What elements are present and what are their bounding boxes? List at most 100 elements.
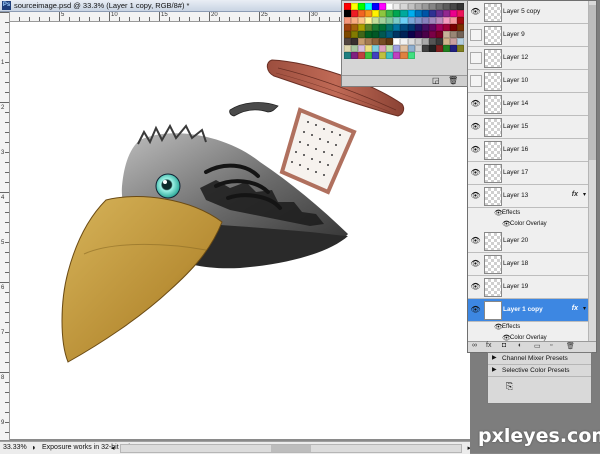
swatch[interactable]	[456, 3, 464, 10]
swatch[interactable]	[456, 45, 464, 52]
layer-row[interactable]: 👁 Layer 16	[468, 139, 588, 162]
swatch[interactable]	[365, 52, 373, 59]
link-layers-icon[interactable]: ∞	[472, 342, 477, 349]
delete-layer-icon[interactable]: 🗑	[566, 342, 575, 350]
swatch[interactable]	[414, 24, 422, 31]
layer-row[interactable]: 👁 Layer 15	[468, 116, 588, 139]
swatch[interactable]	[386, 10, 394, 17]
new-layer-icon[interactable]: ▫	[550, 342, 552, 349]
swatch[interactable]	[428, 31, 436, 38]
swatch[interactable]	[407, 31, 415, 38]
swatch[interactable]	[351, 45, 359, 52]
layer-thumbnail[interactable]	[484, 278, 502, 297]
swatch[interactable]	[414, 31, 422, 38]
swatch[interactable]	[351, 24, 359, 31]
swatch[interactable]	[344, 31, 352, 38]
visibility-eye-icon[interactable]: 👁	[470, 258, 481, 269]
swatch[interactable]	[358, 52, 366, 59]
swatch[interactable]	[449, 45, 457, 52]
swatch[interactable]	[414, 10, 422, 17]
swatch[interactable]	[400, 24, 408, 31]
visibility-eye-icon[interactable]: 👁	[470, 167, 481, 178]
swatch[interactable]	[365, 31, 373, 38]
layer-row[interactable]: 👁 Layer 5 copy	[468, 1, 588, 24]
swatch[interactable]	[393, 31, 401, 38]
adjustment-preset-selective-color[interactable]: ▶ Selective Color Presets	[488, 365, 591, 377]
layer-row[interactable]: 👁 Layer 13 fx ▾	[468, 185, 588, 208]
expand-effects-icon[interactable]: ▾	[583, 191, 586, 198]
swatch[interactable]	[393, 38, 401, 45]
swatch[interactable]	[379, 10, 387, 17]
swatch[interactable]	[358, 38, 366, 45]
layer-thumbnail[interactable]	[484, 49, 502, 68]
visibility-eye-icon[interactable]: 👁	[470, 121, 481, 132]
swatch[interactable]	[449, 3, 457, 10]
swatch[interactable]	[400, 52, 408, 59]
swatch[interactable]	[386, 31, 394, 38]
swatch[interactable]	[449, 17, 457, 24]
layer-row[interactable]: Layer 12	[468, 47, 588, 70]
swatch[interactable]	[372, 31, 380, 38]
vertical-ruler[interactable]: 1 2 3 4 5 6 7 8 9	[0, 12, 10, 440]
new-group-icon[interactable]: ▭	[534, 342, 541, 350]
swatch[interactable]	[456, 38, 464, 45]
swatch[interactable]	[421, 10, 429, 17]
swatch[interactable]	[456, 24, 464, 31]
swatch[interactable]	[442, 31, 450, 38]
visibility-toggle[interactable]	[470, 75, 482, 87]
swatch[interactable]	[379, 52, 387, 59]
clip-to-layer-icon[interactable]: ⎘	[506, 381, 513, 392]
new-swatch-icon[interactable]: ◲	[432, 76, 440, 85]
layer-row[interactable]: 👁 Layer 19	[468, 276, 588, 299]
swatch[interactable]	[456, 10, 464, 17]
swatch[interactable]	[365, 3, 373, 10]
layer-row[interactable]: 👁 Layer 20	[468, 230, 588, 253]
layers-scrollbar[interactable]	[588, 1, 596, 341]
add-mask-icon[interactable]: ◘	[502, 342, 506, 349]
swatch[interactable]	[400, 17, 408, 24]
swatch[interactable]	[379, 38, 387, 45]
trash-icon[interactable]: 🗑	[448, 76, 458, 85]
layer-thumbnail[interactable]	[484, 255, 502, 274]
swatch[interactable]	[400, 38, 408, 45]
swatch[interactable]	[449, 38, 457, 45]
swatch[interactable]	[435, 10, 443, 17]
swatch[interactable]	[358, 10, 366, 17]
swatch[interactable]	[414, 45, 422, 52]
horizontal-scrollbar[interactable]: ◂ ▸	[111, 444, 471, 453]
swatch[interactable]	[435, 31, 443, 38]
effects-row[interactable]: 👁 Effects	[468, 322, 588, 333]
effects-row[interactable]: 👁 Effects	[468, 208, 588, 219]
swatch[interactable]	[421, 3, 429, 10]
swatch[interactable]	[428, 45, 436, 52]
swatch[interactable]	[372, 38, 380, 45]
visibility-eye-icon[interactable]: 👁	[470, 281, 481, 292]
swatch[interactable]	[386, 3, 394, 10]
swatch[interactable]	[344, 3, 352, 10]
visibility-toggle[interactable]	[470, 52, 482, 64]
effect-row[interactable]: 👁 Color Overlay	[468, 219, 588, 230]
swatch[interactable]	[428, 38, 436, 45]
swatch[interactable]	[393, 52, 401, 59]
swatch[interactable]	[344, 17, 352, 24]
swatch[interactable]	[365, 17, 373, 24]
layer-row[interactable]: Layer 9	[468, 24, 588, 47]
swatch[interactable]	[435, 45, 443, 52]
swatch[interactable]	[344, 10, 352, 17]
swatch[interactable]	[351, 52, 359, 59]
swatch[interactable]	[407, 45, 415, 52]
swatch[interactable]	[421, 45, 429, 52]
fx-icon[interactable]: fx	[572, 305, 578, 312]
swatch[interactable]	[421, 38, 429, 45]
visibility-eye-icon[interactable]: 👁	[470, 98, 481, 109]
swatch[interactable]	[379, 17, 387, 24]
scroll-left-icon[interactable]: ◂	[111, 444, 115, 452]
layer-thumbnail[interactable]	[484, 118, 502, 137]
swatch[interactable]	[344, 45, 352, 52]
layer-thumbnail[interactable]	[484, 301, 502, 320]
swatch[interactable]	[428, 3, 436, 10]
swatch[interactable]	[428, 17, 436, 24]
swatch[interactable]	[407, 24, 415, 31]
swatch[interactable]	[344, 24, 352, 31]
visibility-eye-icon[interactable]: 👁	[470, 304, 481, 315]
